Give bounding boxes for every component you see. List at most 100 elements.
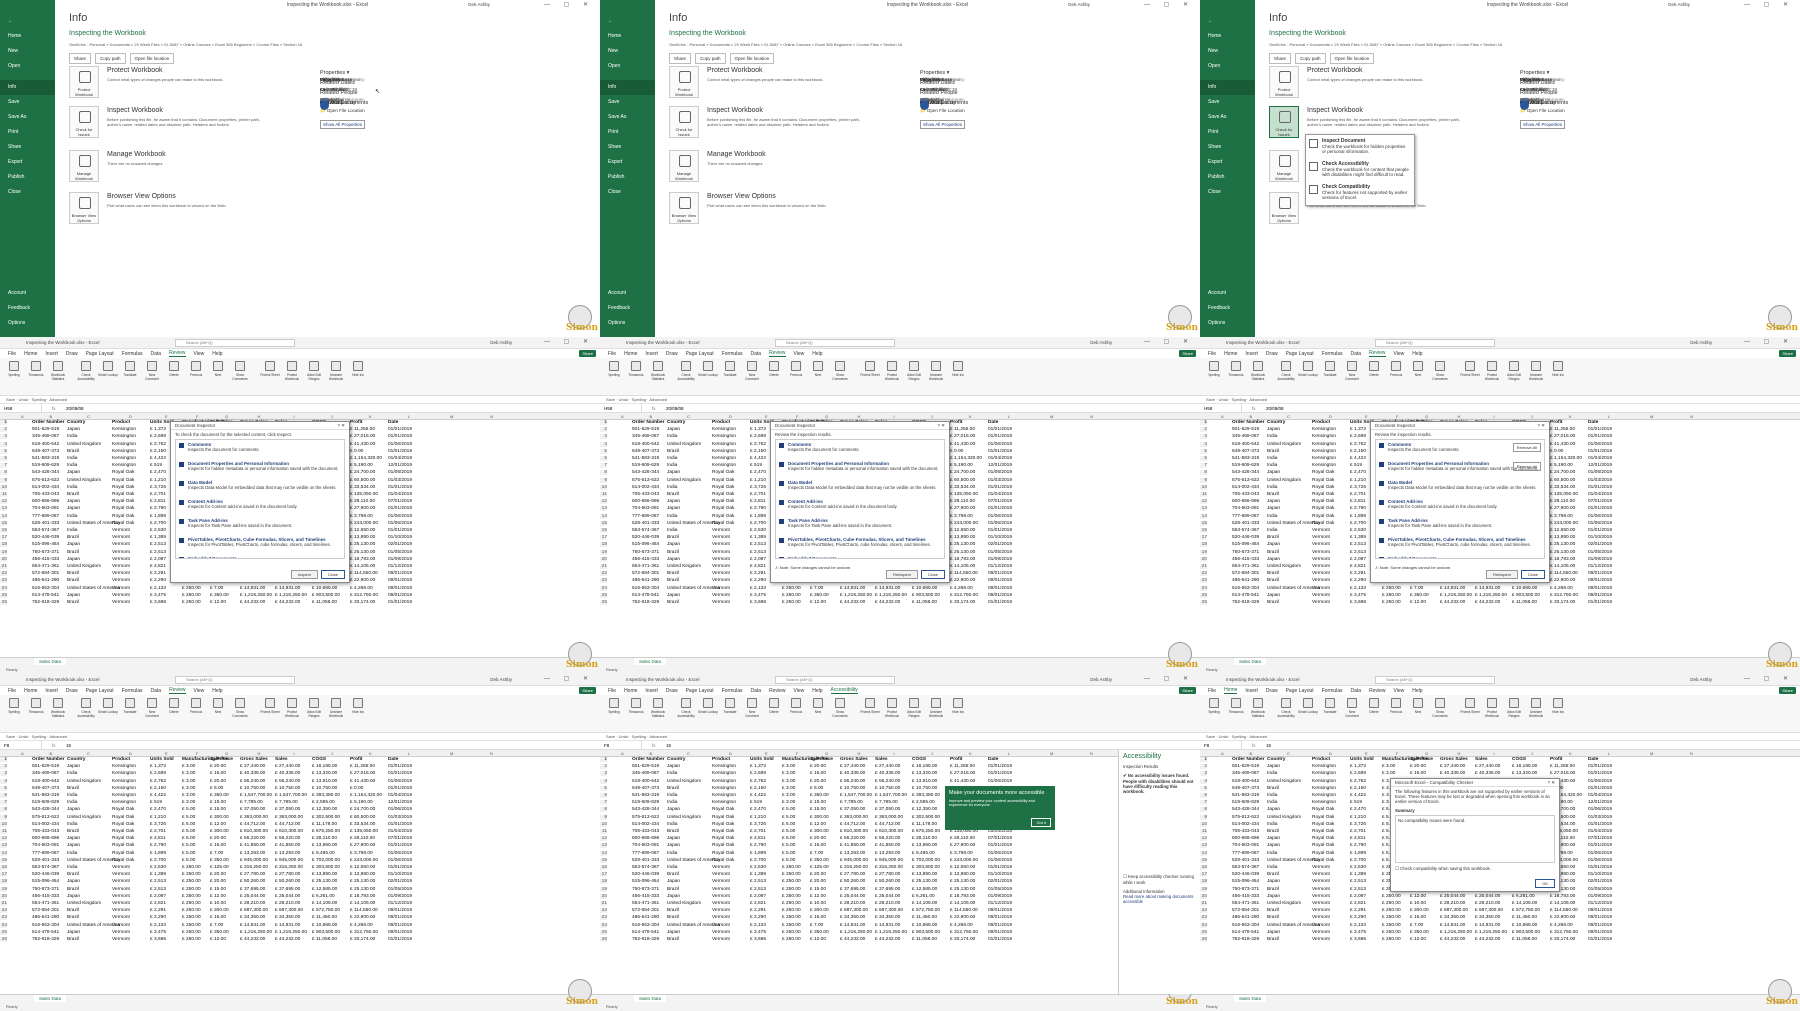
row-number[interactable]: 23 <box>1200 915 1207 921</box>
row-number[interactable]: 17 <box>0 872 7 878</box>
inspector-item[interactable]: Embedded DocumentsInspects for embedded … <box>776 554 944 558</box>
table-cell[interactable]: 09/01/2019 <box>1588 915 1612 920</box>
table-cell[interactable]: £ 687,300.00 <box>275 908 303 913</box>
table-cell[interactable]: Royal Oak <box>712 514 734 519</box>
new-comment-button[interactable]: New Comment <box>1342 361 1362 389</box>
table-cell[interactable]: 01/01/2019 <box>388 764 412 769</box>
tab-review[interactable]: Review <box>769 350 786 357</box>
column-header[interactable]: B <box>650 414 653 419</box>
table-cell[interactable]: 09/01/2019 <box>388 930 412 935</box>
table-cell[interactable]: 01/05/2019 <box>388 550 412 555</box>
table-cell[interactable]: £ 27,900.00 <box>1550 506 1575 511</box>
table-cell[interactable]: India <box>667 793 677 798</box>
table-cell[interactable]: £ 14,105.00 <box>912 901 937 906</box>
table-cell[interactable]: 01/12/2019 <box>1588 564 1612 569</box>
tab-help[interactable]: Help <box>212 351 222 357</box>
table-cell[interactable]: 01/06/2019 <box>988 442 1012 447</box>
back-arrow-icon[interactable]: ← <box>0 14 55 29</box>
table-cell[interactable]: Brazil <box>667 571 679 576</box>
delete-button[interactable]: Delete <box>1364 698 1384 726</box>
table-cell[interactable]: £ 27,440.00 <box>840 764 865 769</box>
table-cell[interactable]: £ 12.00 <box>210 894 226 899</box>
table-cell[interactable]: £ 11,058.00 <box>312 600 337 605</box>
table-cell[interactable]: India <box>67 456 77 461</box>
spelling-button[interactable]: Spelling <box>1204 361 1224 389</box>
table-cell[interactable]: £ 903,500.00 <box>912 593 940 598</box>
workbook-statistics-button[interactable]: Workbook Statistics <box>1248 361 1268 389</box>
table-cell[interactable]: 501-529-519 <box>32 427 59 432</box>
table-cell[interactable]: Kensington <box>712 434 736 439</box>
table-cell[interactable]: Vermont <box>112 593 130 598</box>
row-number[interactable]: 15 <box>600 520 607 526</box>
table-cell[interactable]: Kensington <box>112 779 136 784</box>
column-header[interactable]: E <box>165 751 168 756</box>
row-number[interactable]: 6 <box>600 793 607 798</box>
table-cell[interactable]: £ 7.00 <box>810 923 823 928</box>
table-cell[interactable]: £ 2,790 <box>1350 506 1366 511</box>
column-header[interactable]: E <box>1365 751 1368 756</box>
table-cell[interactable]: £ 2,470 <box>150 807 166 812</box>
table-cell[interactable]: £ 34,350.00 <box>1475 915 1500 920</box>
tab-draw[interactable]: Draw <box>666 351 678 357</box>
table-cell[interactable]: £ 11,058.00 <box>1512 937 1537 942</box>
nav-item-feedback[interactable]: Feedback <box>600 301 655 316</box>
table-cell[interactable]: £ 2,290 <box>750 915 766 920</box>
table-cell[interactable]: £ 250.00 <box>182 901 201 906</box>
copy-path-button[interactable]: Copy path <box>695 53 726 64</box>
table-cell[interactable]: £ 250.00 <box>1382 915 1401 920</box>
table-cell[interactable]: 554-471-361 <box>1232 901 1259 906</box>
show-comments-button[interactable]: Show Comments <box>230 698 250 726</box>
row-number[interactable]: 23 <box>0 915 7 921</box>
table-cell[interactable]: Kensington <box>1312 449 1336 454</box>
table-cell[interactable]: £ 33,174.00 <box>950 937 975 942</box>
unshare-workbook-button[interactable]: Unshare Workbook <box>326 698 346 726</box>
table-cell[interactable]: £ 14,931.00 <box>275 923 300 928</box>
table-cell[interactable]: £ 41,850.00 <box>275 843 300 848</box>
table-cell[interactable]: India <box>67 851 77 856</box>
table-cell[interactable]: £ 350.00 <box>1410 930 1429 935</box>
row-number[interactable]: 13 <box>600 506 607 512</box>
table-cell[interactable]: Japan <box>67 593 80 598</box>
table-cell[interactable]: 01/09/2019 <box>388 894 412 899</box>
table-cell[interactable]: £ 2,470 <box>750 807 766 812</box>
table-cell[interactable]: £ 10,665.00 <box>312 586 337 591</box>
table-cell[interactable]: £ 125.00 <box>810 865 829 870</box>
table-cell[interactable]: £ 3,798.00 <box>1550 514 1573 519</box>
table-cell[interactable]: 09/01/2019 <box>988 923 1012 928</box>
table-cell[interactable]: Kensington <box>112 786 136 791</box>
table-cell[interactable]: Vermont <box>1312 593 1330 598</box>
column-title[interactable]: Profit <box>1550 420 1563 425</box>
table-cell[interactable]: 01/06/2019 <box>988 470 1012 475</box>
table-cell[interactable]: 777-689-067 <box>32 851 59 856</box>
table-cell[interactable]: £ 44,712.00 <box>275 822 300 827</box>
column-header[interactable]: M <box>1050 414 1053 419</box>
column-title[interactable]: Date <box>988 757 998 762</box>
table-cell[interactable]: £ 27,440.00 <box>1440 764 1465 769</box>
table-cell[interactable]: 575-613-622 <box>632 815 659 820</box>
column-header[interactable]: J <box>931 414 933 419</box>
table-cell[interactable]: £ 945,000.00 <box>875 858 903 863</box>
table-cell[interactable]: India <box>1267 456 1277 461</box>
table-cell[interactable]: 07/01/2019 <box>1588 836 1612 841</box>
row-number[interactable]: 14 <box>600 513 607 519</box>
nav-item-share[interactable]: Share <box>0 140 55 155</box>
table-cell[interactable]: £ 2,821 <box>750 564 766 569</box>
row-number[interactable]: 8 <box>1200 807 1207 813</box>
table-cell[interactable]: £ 250.00 <box>1382 937 1401 942</box>
row-number[interactable]: 26 <box>1200 937 1207 942</box>
open-file-location-button[interactable]: Open file location <box>129 53 175 64</box>
table-cell[interactable]: £ 13,890.00 <box>1550 535 1575 540</box>
table-cell[interactable]: £ 3.00 <box>782 800 795 805</box>
table-cell[interactable]: Brazil <box>667 937 679 942</box>
table-cell[interactable]: £ 11,178.00 <box>912 822 937 827</box>
table-cell[interactable]: 02/01/2019 <box>1588 542 1612 547</box>
row-number[interactable]: 20 <box>600 893 607 899</box>
table-cell[interactable]: £ 33,534.00 <box>350 485 375 490</box>
table-cell[interactable]: Japan <box>67 542 80 547</box>
unshare-workbook-button[interactable]: Unshare Workbook <box>926 361 946 389</box>
table-cell[interactable]: £ 6,261.00 <box>1512 894 1535 899</box>
thesaurus-button[interactable]: Thesaurus <box>26 361 46 389</box>
thesaurus-button[interactable]: Thesaurus <box>626 698 646 726</box>
protect-workbook-button[interactable]: Protect Workbook <box>1482 698 1502 726</box>
table-cell[interactable]: 515-096-464 <box>1232 542 1259 547</box>
